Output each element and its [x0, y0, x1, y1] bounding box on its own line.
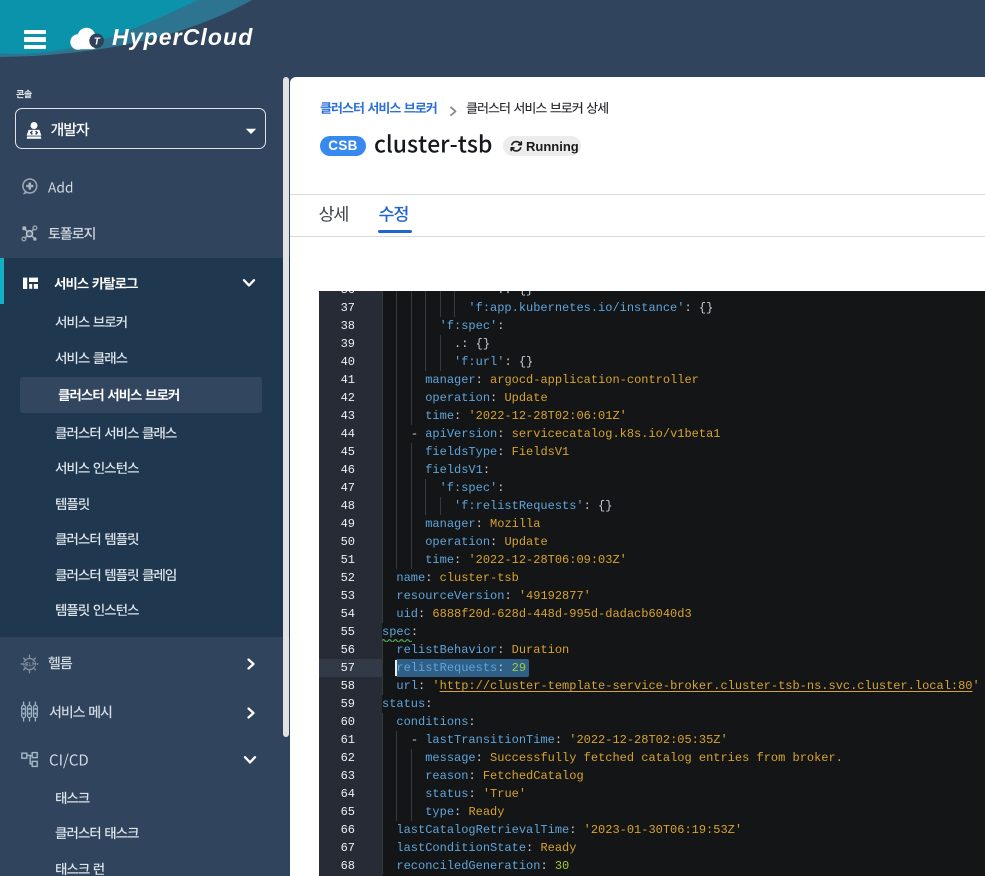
- svg-text:T: T: [94, 36, 101, 47]
